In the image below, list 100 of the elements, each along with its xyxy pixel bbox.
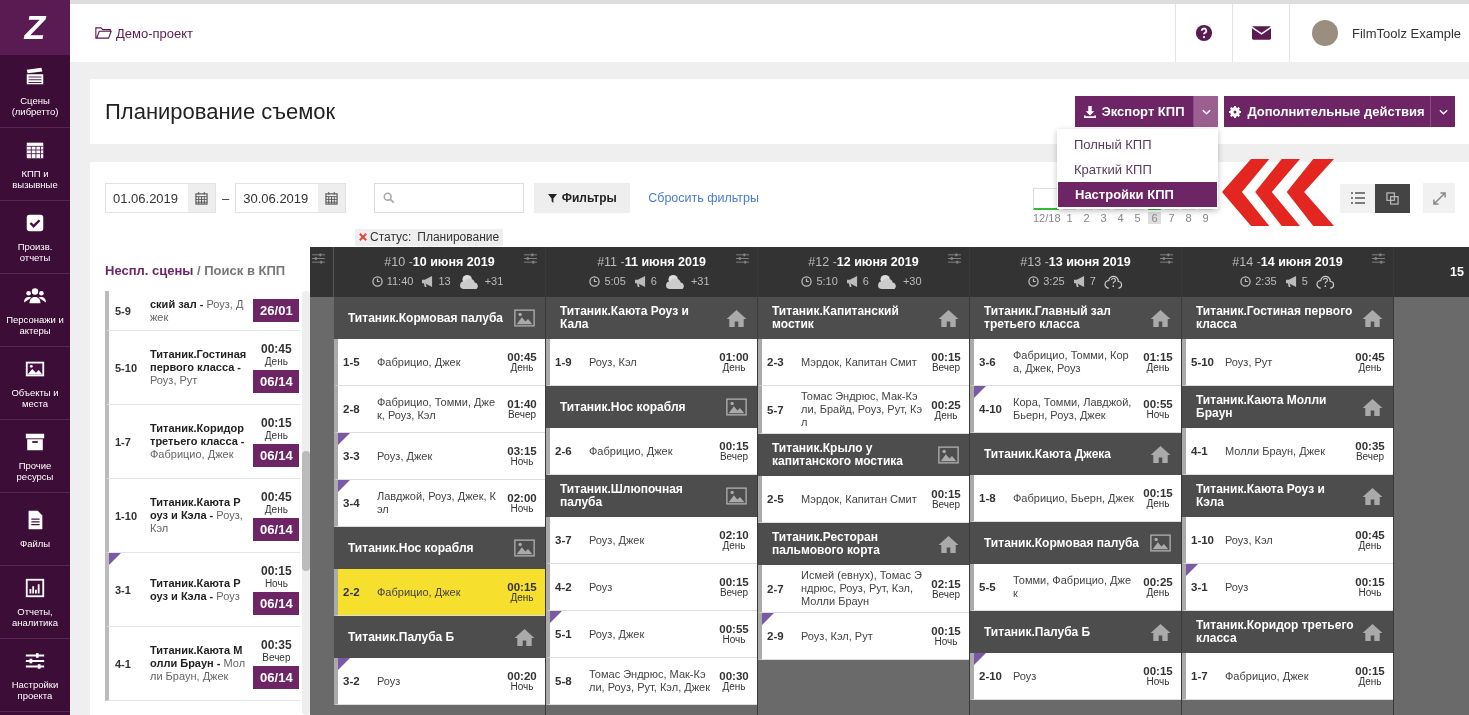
scene-card[interactable]: 3-4 Лавджой, Роуз, Джек, Кэл 02:00 Ночь <box>334 480 545 527</box>
scene-card[interactable]: 5-8 Томас Эндрюс, Мак-Кэли, Роуз, Рут, Кэл, Джек 00:30 День <box>546 658 757 705</box>
location-header[interactable]: Титаник.Крыло у капитанского мостика <box>758 434 969 476</box>
user-name[interactable]: FilmToolz Example <box>1352 25 1462 41</box>
location-header[interactable]: Титаник.Нос корабля <box>546 386 757 428</box>
location-header[interactable]: Титаник.Каюта Роуз и Кэла <box>1182 475 1393 517</box>
scene-card[interactable]: 2-6 Фабрицио, Джек 00:15 Вечер <box>546 428 757 475</box>
breadcrumb-link[interactable]: Демо-проект <box>95 25 194 41</box>
scene-card[interactable]: 2-5 Мэрдок, Капитан Смит 00:15 Вечер <box>758 476 969 523</box>
dropdown-toggle[interactable] <box>1193 96 1218 127</box>
day-number[interactable]: 5 <box>1131 212 1144 224</box>
scene-card[interactable]: 2-8 Фабрицио, Томми, Джек, Роуз, Кэл 01:40 Вечер <box>334 386 545 433</box>
date-field[interactable]: 01.06.2019 <box>105 183 216 213</box>
location-header[interactable]: Титаник.Палуба Б <box>334 616 545 658</box>
sidebar-item[interactable]: Объекты и места <box>0 347 70 420</box>
sidebar-item[interactable]: Отчеты, аналитика <box>0 566 70 639</box>
scene-count: 13 <box>438 275 451 287</box>
dropdown-toggle[interactable] <box>1430 96 1455 127</box>
scene-card[interactable]: 3-6 Фабрицио, Томми, Кора, Джек, Роуз 01:15 День <box>970 339 1181 386</box>
time-of-day: Вечер <box>507 410 537 420</box>
more-actions-button[interactable]: Дополнительные действия <box>1224 96 1430 127</box>
calendar-button[interactable] <box>318 184 346 212</box>
close-icon[interactable] <box>359 233 367 241</box>
scene-card[interactable]: 2-9 Роуз, Кэл, Рут 00:15 Ночь <box>758 613 969 660</box>
sidebar-item[interactable]: Настройки проекта <box>0 639 70 712</box>
scene-number: 5-9 <box>114 304 132 317</box>
cast-list: Томас Эндрюс, Мак-Кэли, Роуз, Рут, Кэл, Джек <box>589 668 711 694</box>
location-header[interactable]: Титаник.Кормовая палуба <box>334 297 545 339</box>
search-field[interactable] <box>374 183 525 213</box>
search-tab[interactable]: / Поиск в КПП <box>197 263 286 278</box>
export-button[interactable]: Экспорт КПП <box>1075 96 1193 127</box>
location-header[interactable]: Титаник.Главный зал третьего класса <box>970 297 1181 339</box>
clock-icon <box>801 275 813 287</box>
day-number[interactable]: 8 <box>1182 212 1195 224</box>
scene-card[interactable]: 2-10 Роуз 00:15 Ночь <box>970 653 1181 700</box>
location-header[interactable]: Титаник.Гостиная первого класса <box>1182 297 1393 339</box>
day-number[interactable]: 3 <box>1097 212 1110 224</box>
scrollbar[interactable] <box>302 291 310 715</box>
logo[interactable]: Z <box>0 0 70 55</box>
date-field[interactable]: 30.06.2019 <box>235 183 347 213</box>
day-number[interactable]: 9 <box>1199 212 1212 224</box>
scene-card[interactable]: 3-7 Роуз, Джек 02:10 День <box>546 517 757 564</box>
filter-button[interactable]: Фильтры <box>534 183 631 213</box>
sidebar-item[interactable]: Персонажи и актеры <box>0 274 70 347</box>
scene-card[interactable]: 1-10 Роуз, Кэл 00:45 День <box>1182 517 1393 564</box>
scene-card[interactable]: 5-1 Роуз, Джек 00:55 Ночь <box>546 611 757 658</box>
fullscreen-button[interactable] <box>1423 183 1455 213</box>
sidebar-item[interactable]: Файлы <box>0 493 70 566</box>
location-header[interactable]: Титаник.Палуба Б <box>970 611 1181 653</box>
day-number[interactable]: 2 <box>1080 212 1093 224</box>
location-header[interactable]: Титаник.Каюта Джека <box>970 433 1181 475</box>
sliders-icon[interactable] <box>1160 253 1173 264</box>
cast-list: Фабрицио, Томми, Джек, Роуз, Кэл <box>377 396 499 422</box>
scene-card[interactable]: 1-7 Фабрицио, Джек 00:15 День <box>1182 653 1393 700</box>
sliders-icon[interactable] <box>948 253 961 264</box>
calendar-button[interactable] <box>188 184 215 212</box>
sidebar-item[interactable]: Сцены (либретто) <box>0 55 70 128</box>
sidebar-item[interactable]: Прочие ресурсы <box>0 420 70 493</box>
scene-card[interactable]: 5-5 Томми, Фабрицио, Джек 00:25 День <box>970 564 1181 611</box>
sliders-icon[interactable] <box>312 253 325 264</box>
location-header[interactable]: Титаник.Ресторан пальмового корта <box>758 523 969 565</box>
location-header[interactable]: Титаник.Коридор третьего класса <box>1182 611 1393 653</box>
scene-card[interactable]: 4-1 Молли Браун, Джек 00:35 Вечер <box>1182 428 1393 475</box>
scene-card[interactable]: 2-3 Мэрдок, Капитан Смит 00:15 Вечер <box>758 339 969 386</box>
sliders-icon[interactable] <box>1372 253 1385 264</box>
sidebar-item[interactable]: Произв. отчеты <box>0 201 70 274</box>
day-number[interactable]: 4 <box>1114 212 1127 224</box>
scene-card[interactable]: 4-2 Роуз 00:15 Вечер <box>546 564 757 611</box>
unscheduled-tab[interactable]: Неспл. сцены <box>105 263 194 278</box>
scene-card[interactable]: 3-1 Роуз 00:15 Ночь <box>1182 564 1393 611</box>
sliders-icon[interactable] <box>524 253 537 264</box>
menu-item[interactable]: Полный КПП <box>1057 132 1218 157</box>
scene-card[interactable]: 5-10 Роуз, Рут 00:45 День <box>1182 339 1393 386</box>
location-header[interactable]: Титаник.Шлюпочная палуба <box>546 475 757 517</box>
scene-card[interactable]: 2-2 Фабрицио, Джек 00:15 День <box>334 569 545 616</box>
location-header[interactable]: Титаник.Нос корабля <box>334 527 545 569</box>
avatar[interactable] <box>1312 20 1338 46</box>
scene-card[interactable]: 3-3 Роуз, Джек 03:15 Ночь <box>334 433 545 480</box>
scene-card[interactable]: 5-9 ский зал - Роуз, Джек 26/01 <box>105 291 301 331</box>
filter-chip[interactable]: Статус: Планирование <box>355 228 504 246</box>
list-view-button[interactable] <box>1340 183 1375 213</box>
image-icon <box>726 487 747 505</box>
time-of-day: День <box>722 541 746 551</box>
time-of-day: Ночь <box>722 635 746 645</box>
reset-filters-link[interactable]: Сбросить фильтры <box>648 191 760 205</box>
day-number[interactable]: 7 <box>1165 212 1178 224</box>
house-icon <box>1362 398 1383 416</box>
day-number[interactable]: 1 <box>1063 212 1076 224</box>
scene-card[interactable]: 1-5 Фабрицио, Джек 00:45 День <box>334 339 545 386</box>
location-header[interactable]: Титаник.Каюта Молли Браун <box>1182 386 1393 428</box>
location-header[interactable]: Титаник.Кормовая палуба <box>970 522 1181 564</box>
menu-item[interactable]: Краткий КПП <box>1057 157 1218 182</box>
location-header[interactable]: Титаник.Каюта Роуз и Кала <box>546 297 757 339</box>
menu-item[interactable]: Настройки КПП <box>1058 182 1217 207</box>
scene-card[interactable]: 3-2 Роуз 00:20 Ночь <box>334 658 545 705</box>
board-view-button[interactable] <box>1375 183 1410 213</box>
sidebar-item[interactable]: КПП и вызывные <box>0 128 70 201</box>
location-header[interactable]: Титаник.Капитанский мостик <box>758 297 969 339</box>
scene-card[interactable]: 1-9 Роуз, Кэл 01:00 День <box>546 339 757 386</box>
sliders-icon[interactable] <box>736 253 749 264</box>
